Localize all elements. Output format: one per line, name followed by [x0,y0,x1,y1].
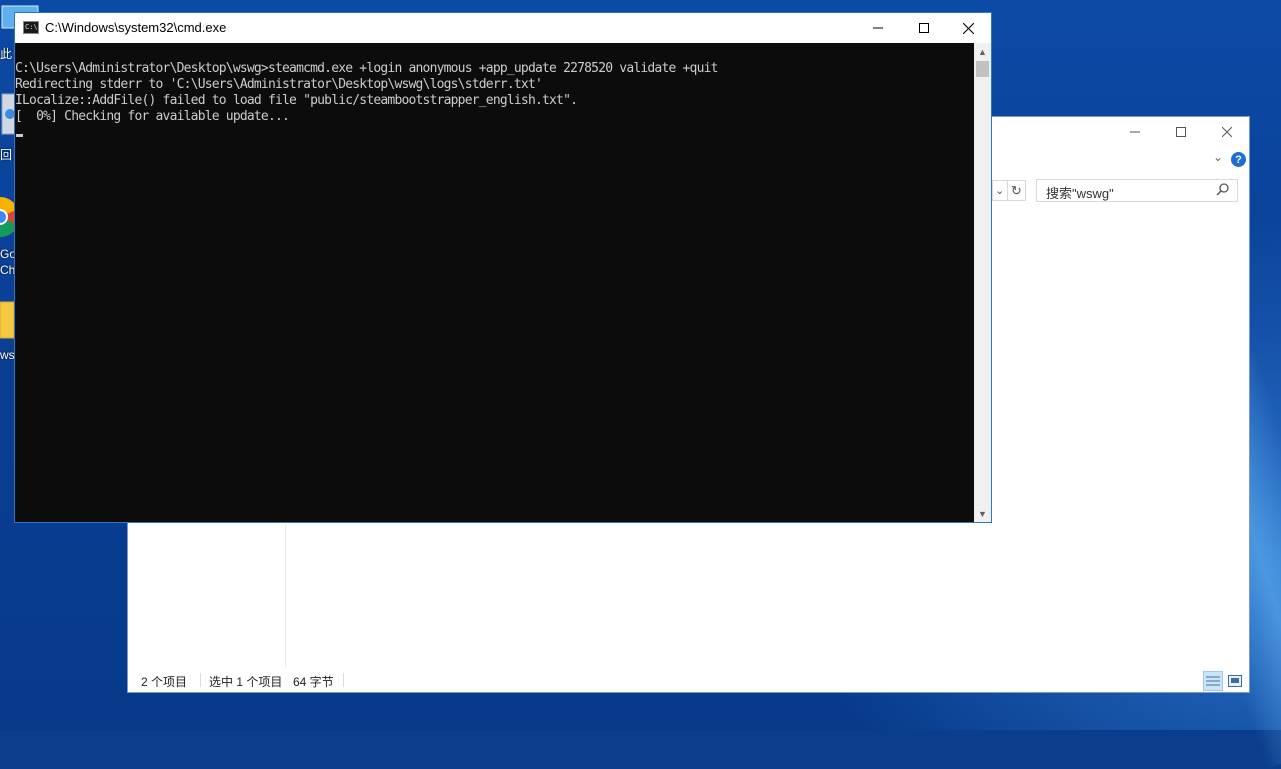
scroll-down-arrow-icon[interactable]: ▼ [974,505,991,522]
vertical-scrollbar[interactable]: ▲ ▼ [974,43,991,522]
address-bar-controls: ⌄ ↻ [992,180,1026,201]
window-title: C:\Windows\system32\cmd.exe [45,20,227,35]
status-item-count: 2 个项目 [141,675,188,689]
console-line: [ 0%] Checking for available update... [15,109,290,124]
large-icons-view-button[interactable] [1225,671,1245,691]
search-placeholder: 搜索"wswg" [1046,186,1114,201]
status-separator [200,673,201,687]
maximize-icon [919,23,929,33]
minimize-button[interactable] [1112,119,1158,145]
minimize-icon [873,27,883,29]
desktop-icon-label: 回 [0,148,13,162]
status-separator [343,673,344,687]
maximize-button[interactable] [901,13,947,43]
status-bar: 2 个项目 选中 1 个项目 64 字节 [128,668,1249,692]
console-line: Redirecting stderr to 'C:\Users\Administ… [15,77,543,92]
navigation-pane-divider[interactable] [285,524,286,668]
close-button[interactable] [945,13,991,43]
console-line: C:\Users\Administrator\Desktop\wswg>stea… [15,61,718,76]
console-output[interactable]: C:\Users\Administrator\Desktop\wswg>stea… [15,43,975,522]
status-selected-count: 选中 1 个项目 [209,675,283,689]
text-cursor [16,134,23,137]
search-icon [1216,183,1229,196]
help-icon[interactable]: ? [1231,152,1246,167]
cmd-window[interactable]: C:\ C:\Windows\system32\cmd.exe C:\Users… [14,12,992,523]
maximize-button[interactable] [1158,119,1204,145]
status-selected-size: 64 字节 [293,675,334,689]
scroll-up-arrow-icon[interactable]: ▲ [974,43,991,60]
large-icons-view-icon [1228,675,1242,687]
refresh-icon[interactable]: ↻ [1006,181,1025,200]
details-view-button[interactable] [1203,671,1223,691]
ribbon-expand-chevron-icon[interactable]: ⌄ [1213,150,1223,164]
search-input[interactable]: 搜索"wswg" [1036,179,1238,202]
desktop-icon-label: ws [0,348,15,362]
maximize-icon [1176,127,1186,137]
minimize-icon [1130,131,1140,133]
details-view-icon [1206,676,1220,686]
address-history-dropdown-icon[interactable]: ⌄ [993,184,1007,197]
minimize-button[interactable] [855,13,901,43]
desktop-icon-label: 此 [0,47,13,61]
close-icon [1222,127,1232,137]
close-icon [962,22,974,34]
close-button[interactable] [1204,119,1250,145]
cmd-app-icon: C:\ [23,21,39,34]
cmd-title-bar[interactable]: C:\ C:\Windows\system32\cmd.exe [15,13,991,43]
console-line: ILocalize::AddFile() failed to load file… [15,93,578,108]
scrollbar-thumb[interactable] [976,61,989,77]
